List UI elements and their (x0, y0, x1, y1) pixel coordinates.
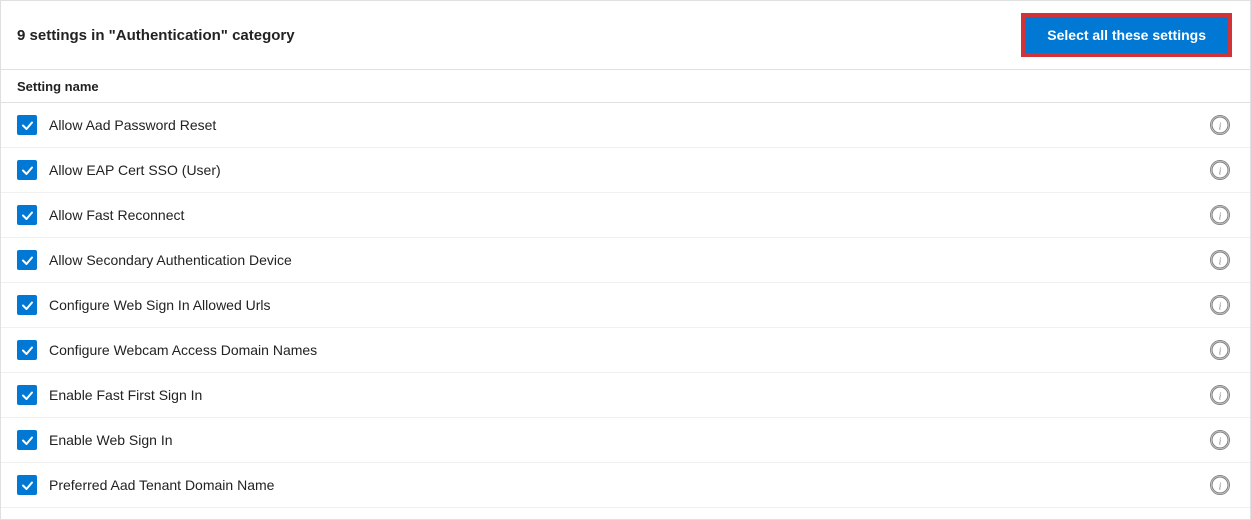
svg-text:i: i (1219, 302, 1222, 313)
column-header-row: Setting name (1, 70, 1250, 103)
header-row: 9 settings in "Authentication" category … (1, 1, 1250, 70)
info-icon-5[interactable]: i (1210, 295, 1230, 315)
select-all-button[interactable]: Select all these settings (1023, 15, 1230, 55)
svg-text:i: i (1219, 482, 1222, 493)
info-icon-1[interactable]: i (1210, 115, 1230, 135)
checkbox-6[interactable] (17, 340, 37, 360)
setting-label-6: Configure Webcam Access Domain Names (49, 342, 317, 358)
setting-name-column-header: Setting name (17, 79, 99, 94)
item-left-5: Configure Web Sign In Allowed Urls (17, 295, 271, 315)
list-item: Configure Webcam Access Domain Names i (1, 328, 1250, 373)
list-item: Enable Web Sign In i (1, 418, 1250, 463)
setting-label-3: Allow Fast Reconnect (49, 207, 184, 223)
setting-label-5: Configure Web Sign In Allowed Urls (49, 297, 271, 313)
info-icon-4[interactable]: i (1210, 250, 1230, 270)
info-icon-8[interactable]: i (1210, 430, 1230, 450)
item-left-2: Allow EAP Cert SSO (User) (17, 160, 221, 180)
list-item: Preferred Aad Tenant Domain Name i (1, 463, 1250, 508)
svg-text:i: i (1219, 257, 1222, 268)
item-left-9: Preferred Aad Tenant Domain Name (17, 475, 274, 495)
info-icon-3[interactable]: i (1210, 205, 1230, 225)
svg-text:i: i (1219, 437, 1222, 448)
setting-label-4: Allow Secondary Authentication Device (49, 252, 292, 268)
info-icon-9[interactable]: i (1210, 475, 1230, 495)
checkbox-7[interactable] (17, 385, 37, 405)
setting-label-8: Enable Web Sign In (49, 432, 173, 448)
list-item: Allow EAP Cert SSO (User) i (1, 148, 1250, 193)
list-item: Enable Fast First Sign In i (1, 373, 1250, 418)
item-left-4: Allow Secondary Authentication Device (17, 250, 292, 270)
list-item: Allow Secondary Authentication Device i (1, 238, 1250, 283)
svg-text:i: i (1219, 392, 1222, 403)
svg-text:i: i (1219, 167, 1222, 178)
setting-label-7: Enable Fast First Sign In (49, 387, 202, 403)
checkbox-3[interactable] (17, 205, 37, 225)
item-left-7: Enable Fast First Sign In (17, 385, 202, 405)
checkbox-4[interactable] (17, 250, 37, 270)
checkbox-1[interactable] (17, 115, 37, 135)
checkbox-2[interactable] (17, 160, 37, 180)
setting-label-2: Allow EAP Cert SSO (User) (49, 162, 221, 178)
checkbox-8[interactable] (17, 430, 37, 450)
info-icon-2[interactable]: i (1210, 160, 1230, 180)
info-icon-6[interactable]: i (1210, 340, 1230, 360)
svg-text:i: i (1219, 347, 1222, 358)
checkbox-5[interactable] (17, 295, 37, 315)
item-left-1: Allow Aad Password Reset (17, 115, 216, 135)
checkbox-9[interactable] (17, 475, 37, 495)
settings-list[interactable]: Allow Aad Password Reset i Allow EAP Cer… (1, 103, 1250, 519)
setting-label-1: Allow Aad Password Reset (49, 117, 216, 133)
item-left-6: Configure Webcam Access Domain Names (17, 340, 317, 360)
main-container: 9 settings in "Authentication" category … (0, 0, 1251, 520)
svg-text:i: i (1219, 122, 1222, 133)
svg-text:i: i (1219, 212, 1222, 223)
list-item: Allow Aad Password Reset i (1, 103, 1250, 148)
list-item: Allow Fast Reconnect i (1, 193, 1250, 238)
item-left-3: Allow Fast Reconnect (17, 205, 184, 225)
setting-label-9: Preferred Aad Tenant Domain Name (49, 477, 274, 493)
item-left-8: Enable Web Sign In (17, 430, 173, 450)
info-icon-7[interactable]: i (1210, 385, 1230, 405)
page-title: 9 settings in "Authentication" category (17, 27, 295, 44)
list-item: Configure Web Sign In Allowed Urls i (1, 283, 1250, 328)
